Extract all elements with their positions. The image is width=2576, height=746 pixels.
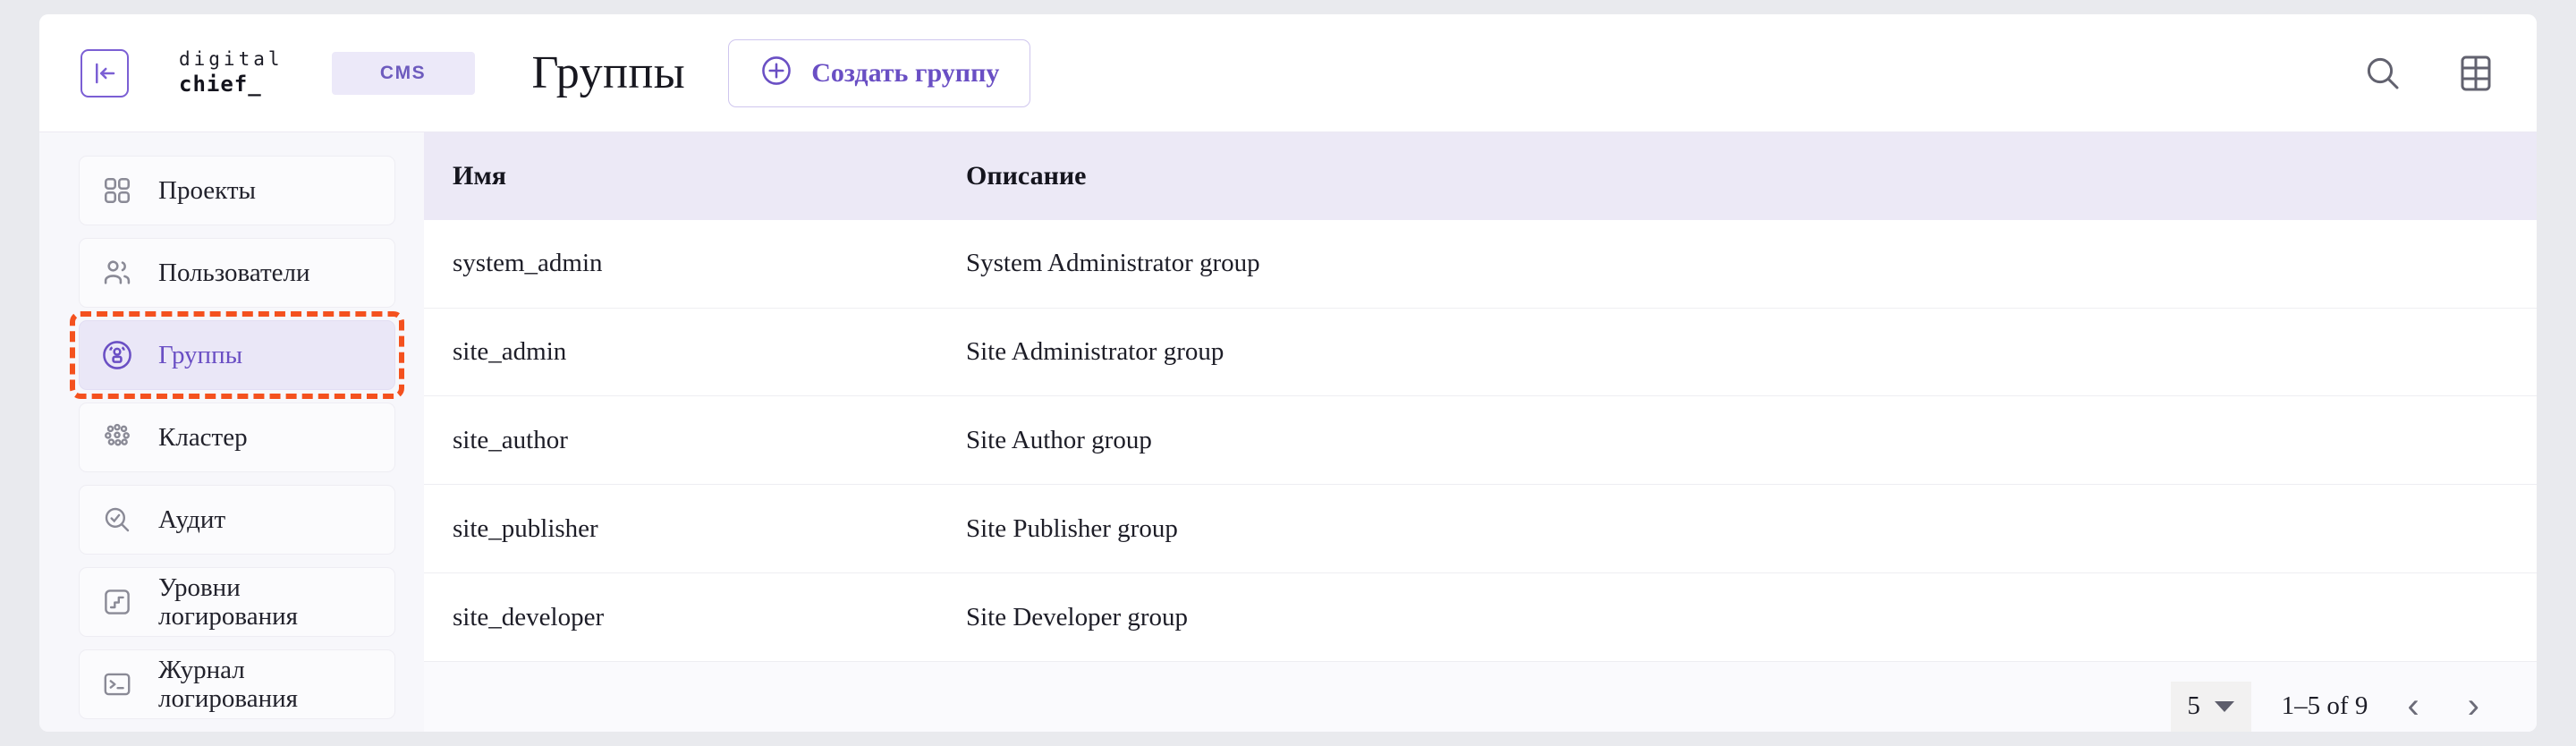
sidebar-item-label: Пользователи <box>158 258 310 287</box>
top-bar-actions <box>2358 48 2501 98</box>
sidebar-item-label: Журнал логирования <box>158 655 298 713</box>
sidebar-item-label: Уровни логирования <box>158 572 298 631</box>
brand-line-2: chief_ <box>179 71 262 97</box>
table-row[interactable]: site_author Site Author group <box>424 396 2537 486</box>
sidebar-item-label: Проекты <box>158 175 257 205</box>
table-grid-icon[interactable] <box>2451 48 2501 98</box>
app-body: Проекты Пользователи Группы Кластер Ауди… <box>39 132 2537 732</box>
page-size-value: 5 <box>2187 691 2200 721</box>
cell-description: Site Publisher group <box>966 513 1178 543</box>
sidebar-item-label: Группы <box>158 340 243 369</box>
sidebar-item-label: Кластер <box>158 422 248 452</box>
table-header-row: Имя Описание <box>424 132 2537 220</box>
sidebar-item-groups[interactable]: Группы <box>70 311 404 399</box>
brand-line-1: digital <box>179 48 284 71</box>
sidebar-item-cluster[interactable]: Кластер <box>79 403 395 472</box>
chevron-down-icon <box>2214 700 2234 712</box>
user-circle-group-icon <box>97 335 137 375</box>
search-icon[interactable] <box>2358 48 2408 98</box>
page-size-select[interactable]: 5 <box>2170 681 2251 732</box>
table-row[interactable]: site_admin Site Administrator group <box>424 308 2537 397</box>
sidebar-item-log-journal[interactable]: Журнал логирования <box>79 649 395 719</box>
sidebar-item-projects[interactable]: Проекты <box>79 156 395 225</box>
brand-logo: digital chief_ <box>179 48 284 97</box>
cell-description: Site Developer group <box>966 602 1189 632</box>
app-window: digital chief_ CMS Группы Создать группу <box>39 14 2537 732</box>
audit-search-icon <box>97 500 137 539</box>
pagination-range: 1–5 of 9 <box>2281 691 2368 721</box>
next-page-button[interactable]: › <box>2459 686 2488 726</box>
cell-description: Site Administrator group <box>966 337 1224 367</box>
sidebar-item-log-levels[interactable]: Уровни логирования <box>79 567 395 637</box>
cluster-dots-icon <box>97 418 137 457</box>
terminal-icon <box>97 665 137 704</box>
users-icon <box>97 253 137 292</box>
sidebar: Проекты Пользователи Группы Кластер Ауди… <box>39 132 424 732</box>
cell-description: Site Author group <box>966 425 1152 454</box>
log-levels-steps-icon <box>97 582 137 622</box>
top-bar: digital chief_ CMS Группы Создать группу <box>39 14 2537 132</box>
pagination: 5 1–5 of 9 ‹ › <box>2170 681 2488 732</box>
cell-name: site_publisher <box>453 513 598 543</box>
cell-name: site_admin <box>453 337 567 367</box>
sidebar-item-audit[interactable]: Аудит <box>79 485 395 555</box>
plus-circle-icon <box>759 54 793 92</box>
table-row[interactable]: site_publisher Site Publisher group <box>424 485 2537 574</box>
cell-name: site_author <box>453 425 568 454</box>
table-footer: 5 1–5 of 9 ‹ › <box>424 661 2537 732</box>
cell-name: system_admin <box>453 249 603 278</box>
table-row[interactable]: site_developer Site Developer group <box>424 573 2537 662</box>
sidebar-item-label: Аудит <box>158 504 226 534</box>
cell-name: site_developer <box>453 602 605 632</box>
page-title: Группы <box>531 47 686 98</box>
create-group-button[interactable]: Создать группу <box>728 38 1031 107</box>
cms-badge: CMS <box>331 51 475 95</box>
panel-collapse-icon[interactable] <box>80 48 129 97</box>
cell-description: System Administrator group <box>966 249 1260 278</box>
table-row[interactable]: system_admin System Administrator group <box>424 219 2537 309</box>
create-group-label: Создать группу <box>811 57 1000 88</box>
prev-page-button[interactable]: ‹ <box>2398 686 2428 726</box>
groups-table: Имя Описание system_admin System Adminis… <box>424 132 2537 732</box>
column-header-description: Описание <box>966 160 1087 191</box>
sidebar-item-users[interactable]: Пользователи <box>79 238 395 308</box>
grid-squares-icon <box>97 171 137 210</box>
column-header-name: Имя <box>453 160 506 191</box>
